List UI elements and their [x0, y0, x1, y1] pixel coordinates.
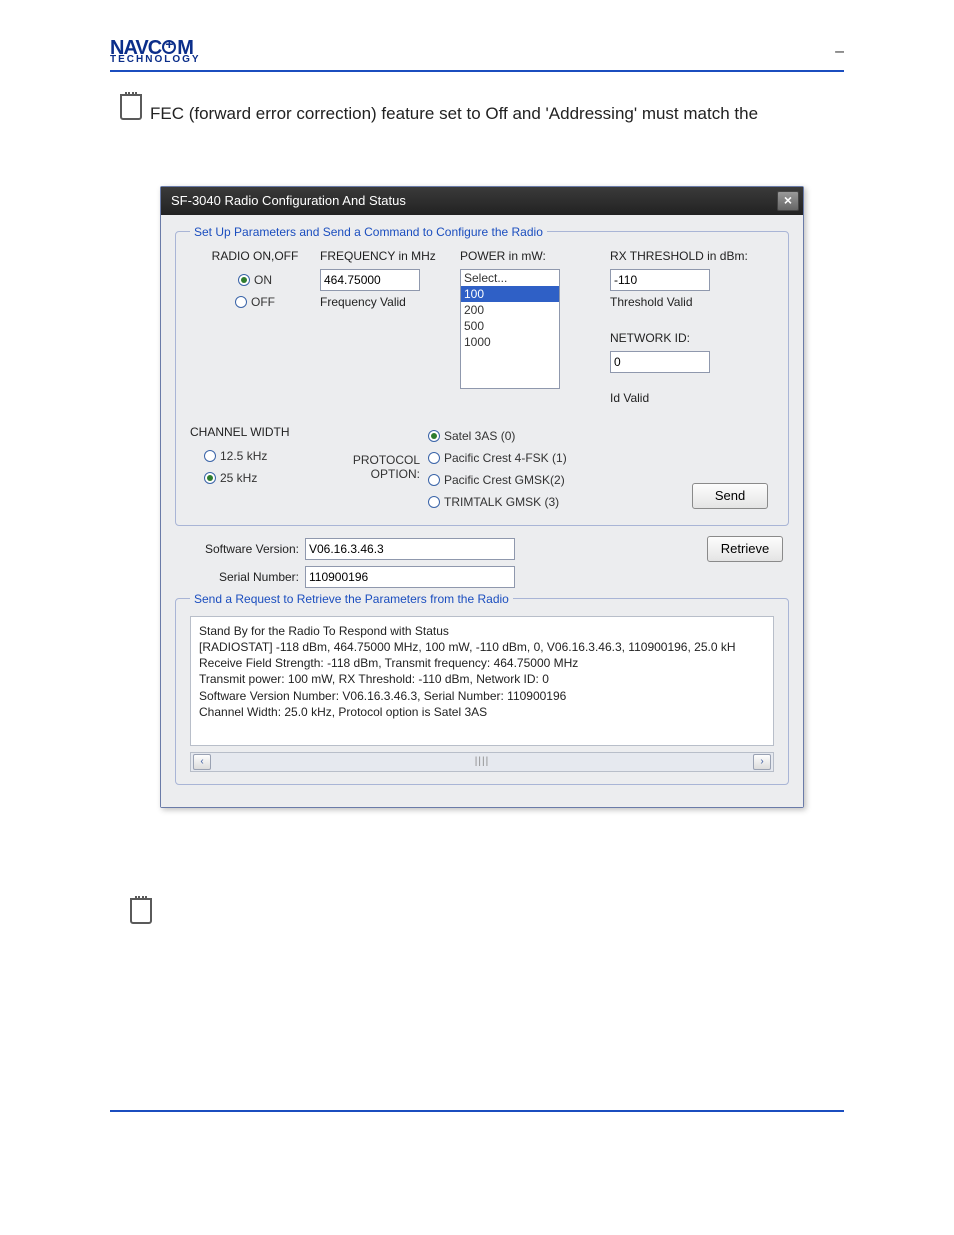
frequency-status: Frequency Valid — [320, 295, 460, 309]
log-line: Software Version Number: V06.16.3.46.3, … — [199, 688, 765, 704]
radio-selected-icon — [204, 472, 216, 484]
network-id-status: Id Valid — [610, 391, 760, 405]
protocol-label: Pacific Crest 4-FSK (1) — [444, 451, 567, 465]
protocol-pacific-gmsk[interactable]: Pacific Crest GMSK(2) — [428, 473, 618, 487]
radio-unselected-icon — [428, 452, 440, 464]
serial-number-label: Serial Number: — [175, 570, 305, 584]
close-button[interactable]: × — [777, 191, 799, 211]
power-option-selected[interactable]: 100 — [461, 286, 559, 302]
protocol-pacific-4fsk[interactable]: Pacific Crest 4-FSK (1) — [428, 451, 618, 465]
status-log: Stand By for the Radio To Respond with S… — [190, 616, 774, 746]
setup-group: Set Up Parameters and Send a Command to … — [175, 225, 789, 526]
network-id-input[interactable] — [610, 351, 710, 373]
software-version-field[interactable] — [305, 538, 515, 560]
serial-number-field[interactable] — [305, 566, 515, 588]
note-icon — [130, 898, 152, 924]
radio-on-label: ON — [254, 273, 272, 287]
radio-onoff-header: RADIO ON,OFF — [212, 249, 299, 263]
channel-width-25[interactable]: 25 kHz — [204, 471, 330, 485]
horizontal-scrollbar[interactable]: ‹ |||| › — [190, 752, 774, 772]
titlebar: SF-3040 Radio Configuration And Status × — [161, 187, 803, 215]
protocol-label: TRIMTALK GMSK (3) — [444, 495, 559, 509]
protocol-label: Satel 3AS (0) — [444, 429, 515, 443]
protocol-label: Pacific Crest GMSK(2) — [444, 473, 565, 487]
config-window: SF-3040 Radio Configuration And Status ×… — [160, 186, 804, 808]
rx-threshold-status: Threshold Valid — [610, 295, 760, 309]
rx-threshold-input[interactable] — [610, 269, 710, 291]
radio-off-label: OFF — [251, 295, 275, 309]
power-option[interactable]: 1000 — [461, 334, 559, 350]
log-line: Channel Width: 25.0 kHz, Protocol option… — [199, 704, 765, 720]
radio-off-option[interactable]: OFF — [235, 295, 275, 309]
channel-width-label: 12.5 kHz — [220, 449, 267, 463]
power-option[interactable]: 500 — [461, 318, 559, 334]
protocol-trimtalk-gmsk[interactable]: TRIMTALK GMSK (3) — [428, 495, 618, 509]
gear-icon — [162, 40, 176, 54]
radio-unselected-icon — [428, 496, 440, 508]
log-line: Stand By for the Radio To Respond with S… — [199, 623, 765, 639]
scroll-track[interactable]: |||| — [211, 756, 753, 767]
retrieve-group: Send a Request to Retrieve the Parameter… — [175, 592, 789, 785]
retrieve-button[interactable]: Retrieve — [707, 536, 783, 562]
radio-selected-icon — [238, 274, 250, 286]
power-header: POWER in mW: — [460, 249, 600, 263]
scroll-left-button[interactable]: ‹ — [193, 754, 211, 770]
log-line: Receive Field Strength: -118 dBm, Transm… — [199, 655, 765, 671]
window-title: SF-3040 Radio Configuration And Status — [171, 193, 406, 208]
scroll-right-button[interactable]: › — [753, 754, 771, 770]
log-line: [RADIOSTAT] -118 dBm, 464.75000 MHz, 100… — [199, 639, 765, 655]
radio-unselected-icon — [428, 474, 440, 486]
channel-width-header: CHANNEL WIDTH — [190, 425, 330, 439]
send-button[interactable]: Send — [692, 483, 768, 509]
radio-unselected-icon — [204, 450, 216, 462]
retrieve-legend: Send a Request to Retrieve the Parameter… — [190, 592, 513, 606]
power-option[interactable]: 200 — [461, 302, 559, 318]
intro-text: FEC (forward error correction) feature s… — [150, 102, 844, 126]
rx-threshold-header: RX THRESHOLD in dBm: — [610, 249, 760, 263]
power-listbox[interactable]: Select... 100 200 500 1000 — [460, 269, 560, 389]
note-icon — [120, 94, 142, 120]
radio-selected-icon — [428, 430, 440, 442]
radio-unselected-icon — [235, 296, 247, 308]
frequency-header: FREQUENCY in MHz — [320, 249, 460, 263]
network-id-header: NETWORK ID: — [610, 331, 760, 345]
brand-logo: NAVCM TECHNOLOGY — [110, 40, 201, 64]
header-rule — [110, 70, 844, 72]
chevron-right-icon: › — [760, 756, 763, 767]
frequency-input[interactable] — [320, 269, 420, 291]
power-option[interactable]: Select... — [461, 270, 559, 286]
protocol-satel-3as[interactable]: Satel 3AS (0) — [428, 429, 618, 443]
channel-width-12-5[interactable]: 12.5 kHz — [204, 449, 330, 463]
chevron-left-icon: ‹ — [200, 756, 203, 767]
log-line: Transmit power: 100 mW, RX Threshold: -1… — [199, 671, 765, 687]
radio-on-option[interactable]: ON — [238, 273, 272, 287]
page-dash: – — [835, 43, 844, 61]
channel-width-label: 25 kHz — [220, 471, 257, 485]
software-version-label: Software Version: — [175, 542, 305, 556]
footer-rule — [110, 1110, 844, 1112]
setup-legend: Set Up Parameters and Send a Command to … — [190, 225, 547, 239]
protocol-option-label: PROTOCOL OPTION: — [330, 453, 420, 481]
